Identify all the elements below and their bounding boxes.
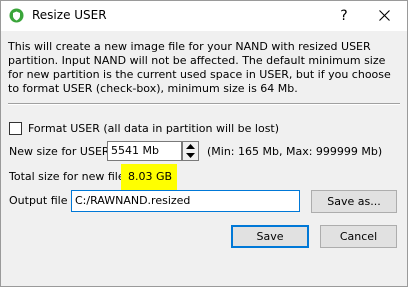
close-icon — [379, 10, 390, 21]
size-range-text: (Min: 165 Mb, Max: 999999 Mb) — [207, 145, 383, 158]
app-shield-icon — [9, 8, 24, 23]
total-size-label: Total size for new file : — [9, 170, 132, 183]
save-as-button[interactable]: Save as... — [311, 190, 397, 213]
spin-down-button[interactable] — [183, 151, 198, 160]
title-bar: Resize USER ? — [1, 1, 407, 31]
total-size-value: 8.03 GB — [128, 170, 173, 183]
help-button[interactable]: ? — [327, 1, 361, 31]
spin-up-button[interactable] — [183, 142, 198, 151]
arrow-up-icon — [186, 144, 195, 149]
format-user-label: Format USER (all data in partition will … — [28, 122, 280, 135]
close-button[interactable] — [361, 1, 407, 31]
description-text: This will create a new image file for yo… — [8, 40, 391, 95]
cancel-button[interactable]: Cancel — [320, 225, 397, 248]
resize-user-dialog: Resize USER ? This will create a new ima… — [0, 0, 408, 287]
format-user-checkbox[interactable] — [9, 122, 22, 135]
new-size-input[interactable]: 5541 Mb — [107, 141, 182, 161]
size-spinner[interactable] — [182, 141, 199, 161]
divider — [8, 103, 400, 105]
output-file-label: Output file : — [9, 194, 75, 207]
save-button[interactable]: Save — [231, 225, 309, 248]
window-title: Resize USER — [32, 8, 107, 22]
arrow-down-icon — [186, 153, 195, 158]
output-file-input[interactable]: C:/RAWNAND.resized — [71, 190, 300, 212]
new-size-label: New size for USER : — [9, 145, 117, 158]
dialog-content: This will create a new image file for yo… — [1, 31, 407, 286]
